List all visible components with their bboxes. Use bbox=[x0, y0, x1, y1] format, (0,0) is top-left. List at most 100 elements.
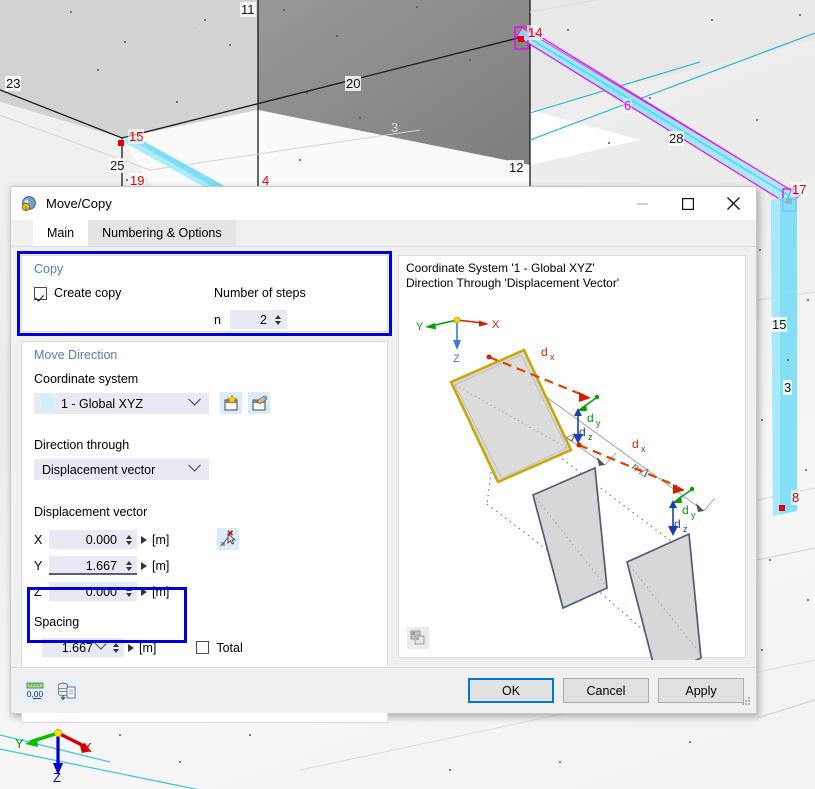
save-template-icon[interactable] bbox=[55, 678, 79, 703]
displacement-x-value[interactable]: 0.000 bbox=[49, 533, 123, 547]
total-checkbox-label: Total bbox=[216, 640, 243, 655]
tab-main[interactable]: Main bbox=[33, 220, 89, 246]
move-copy-dialog[interactable]: 6 Move/Copy Main Numbering & Options Cop… bbox=[10, 186, 757, 723]
resize-grip-icon[interactable] bbox=[740, 695, 752, 710]
edit-coordinate-system-icon[interactable] bbox=[248, 392, 270, 414]
displacement-y-arrows[interactable] bbox=[123, 557, 134, 574]
preview-shape-copy-1 bbox=[531, 466, 608, 610]
model-node-label: 14 bbox=[527, 25, 544, 40]
svg-text:Z: Z bbox=[453, 353, 460, 365]
spacing-arrows[interactable] bbox=[110, 639, 121, 656]
model-node-label: 3 bbox=[783, 380, 793, 395]
spacing-value[interactable]: 1.667 bbox=[42, 641, 96, 655]
total-checkbox-box[interactable] bbox=[196, 641, 210, 654]
displacement-z-input[interactable]: 0.000 bbox=[49, 582, 137, 601]
displacement-x-input[interactable]: 0.000 bbox=[49, 530, 137, 549]
preview-label-n-delta: n·Δ bbox=[629, 458, 652, 480]
move-copy-icon: 6 bbox=[20, 195, 38, 213]
model-node-label: 15 bbox=[771, 317, 788, 332]
preview-diagram: X Y Z Δ n·Δ d x d y d z d x d y d z bbox=[416, 316, 716, 660]
number-of-steps-stepper[interactable]: 2 bbox=[229, 310, 287, 329]
displacement-x-more-icon[interactable] bbox=[141, 535, 147, 544]
displacement-y-input[interactable]: 1.667 bbox=[49, 556, 137, 575]
maximize-icon[interactable] bbox=[665, 187, 710, 220]
copy-group-title: Copy bbox=[34, 262, 64, 276]
svg-text:z: z bbox=[683, 524, 688, 534]
coordinate-system-select[interactable]: 1 - Global XYZ bbox=[34, 392, 209, 414]
number-of-steps-value[interactable]: 2 bbox=[230, 313, 273, 327]
axis-label-y-text: Y bbox=[15, 736, 24, 751]
displacement-z-unit: [m] bbox=[152, 584, 170, 599]
dialog-titlebar[interactable]: 6 Move/Copy bbox=[11, 187, 756, 220]
displacement-vector-label: Displacement vector bbox=[34, 505, 148, 519]
copy-group: Copy Create copy Number of steps n 2 bbox=[21, 255, 388, 332]
model-node-label: 11 bbox=[240, 2, 256, 17]
model-node-label: 5 bbox=[193, 19, 201, 34]
tab-numbering-options[interactable]: Numbering & Options bbox=[88, 220, 236, 246]
left-column: Copy Create copy Number of steps n 2 Mov… bbox=[17, 251, 392, 723]
n-label: n bbox=[214, 312, 221, 327]
svg-text:d: d bbox=[541, 345, 548, 359]
displacement-x-arrows[interactable] bbox=[123, 531, 134, 548]
dialog-title: Move/Copy bbox=[46, 196, 112, 211]
vector-axis-y-label: Y bbox=[34, 558, 43, 573]
displacement-y-value[interactable]: 1.667 bbox=[49, 559, 123, 573]
preview-settings-icon[interactable] bbox=[407, 627, 429, 649]
minimize-icon[interactable] bbox=[620, 187, 665, 220]
svg-text:6: 6 bbox=[25, 206, 28, 212]
ok-button[interactable]: OK bbox=[468, 678, 554, 703]
chevron-down-icon[interactable] bbox=[188, 392, 201, 406]
total-checkbox[interactable]: Total bbox=[196, 640, 243, 655]
apply-button[interactable]: Apply bbox=[658, 678, 744, 703]
move-direction-group-title: Move Direction bbox=[34, 348, 118, 362]
number-of-steps-arrows[interactable] bbox=[273, 311, 284, 328]
displacement-y-more-icon[interactable] bbox=[141, 561, 147, 570]
displacement-vector-x-row: X 0.000 [m] bbox=[34, 530, 169, 549]
close-icon[interactable] bbox=[710, 187, 756, 220]
create-copy-checkbox-box[interactable] bbox=[34, 286, 47, 300]
preview-panel[interactable]: Coordinate System '1 - Global XYZ' Direc… bbox=[398, 255, 746, 660]
model-node-label: 6 bbox=[623, 98, 633, 113]
vector-axis-x-label: X bbox=[34, 532, 43, 547]
spacing-unit: [m] bbox=[139, 640, 157, 655]
model-node-label: 28 bbox=[668, 131, 685, 146]
svg-text:z: z bbox=[588, 432, 593, 442]
model-node-label: 12 bbox=[508, 160, 525, 175]
preview-caption-line1: Coordinate System '1 - Global XYZ' bbox=[406, 261, 595, 275]
svg-text:d: d bbox=[682, 503, 689, 517]
axis-label-z-text: Z bbox=[53, 770, 61, 785]
number-of-steps-label: Number of steps bbox=[214, 286, 306, 300]
new-coordinate-system-icon[interactable] bbox=[220, 392, 242, 414]
displacement-z-more-icon[interactable] bbox=[141, 587, 147, 596]
model-node-label: 3 bbox=[391, 120, 399, 135]
direction-through-select[interactable]: Displacement vector bbox=[34, 458, 209, 480]
displacement-z-value[interactable]: 0.000 bbox=[49, 585, 123, 599]
svg-text:0,00: 0,00 bbox=[27, 689, 44, 699]
displacement-z-arrows[interactable] bbox=[123, 583, 134, 600]
svg-text:y: y bbox=[691, 510, 696, 520]
vector-axis-z-label: Z bbox=[34, 584, 42, 599]
model-node-label: 15 bbox=[128, 129, 145, 144]
preview-caption: Coordinate System '1 - Global XYZ' Direc… bbox=[406, 261, 619, 291]
pick-point-icon[interactable]: 2x bbox=[217, 528, 239, 550]
direction-through-value: Displacement vector bbox=[42, 462, 156, 477]
cancel-button[interactable]: Cancel bbox=[563, 678, 649, 703]
coordinate-system-value: 1 - Global XYZ bbox=[61, 396, 143, 411]
axis-label-x-text: X bbox=[83, 740, 92, 755]
coordinate-system-color-swatch bbox=[41, 397, 54, 410]
create-copy-checkbox[interactable]: Create copy bbox=[34, 286, 121, 300]
svg-text:x: x bbox=[550, 352, 555, 362]
right-column: Coordinate System '1 - Global XYZ' Direc… bbox=[398, 255, 746, 667]
spacing-more-icon[interactable] bbox=[128, 643, 134, 652]
tabstrip[interactable]: Main Numbering & Options bbox=[11, 220, 756, 247]
column-gap bbox=[388, 255, 398, 667]
displacement-x-unit: [m] bbox=[152, 532, 170, 547]
svg-text:y: y bbox=[596, 418, 601, 428]
dialog-body: Copy Create copy Number of steps n 2 Mov… bbox=[11, 247, 756, 723]
spacing-input[interactable]: 1.667 bbox=[42, 637, 124, 657]
spacing-chevron-down-icon[interactable] bbox=[94, 637, 107, 650]
svg-text:d: d bbox=[579, 425, 586, 439]
chevron-down-icon-2[interactable] bbox=[188, 458, 201, 472]
units-icon[interactable]: 0,00 bbox=[23, 678, 47, 703]
spacing-label: Spacing bbox=[34, 615, 80, 629]
